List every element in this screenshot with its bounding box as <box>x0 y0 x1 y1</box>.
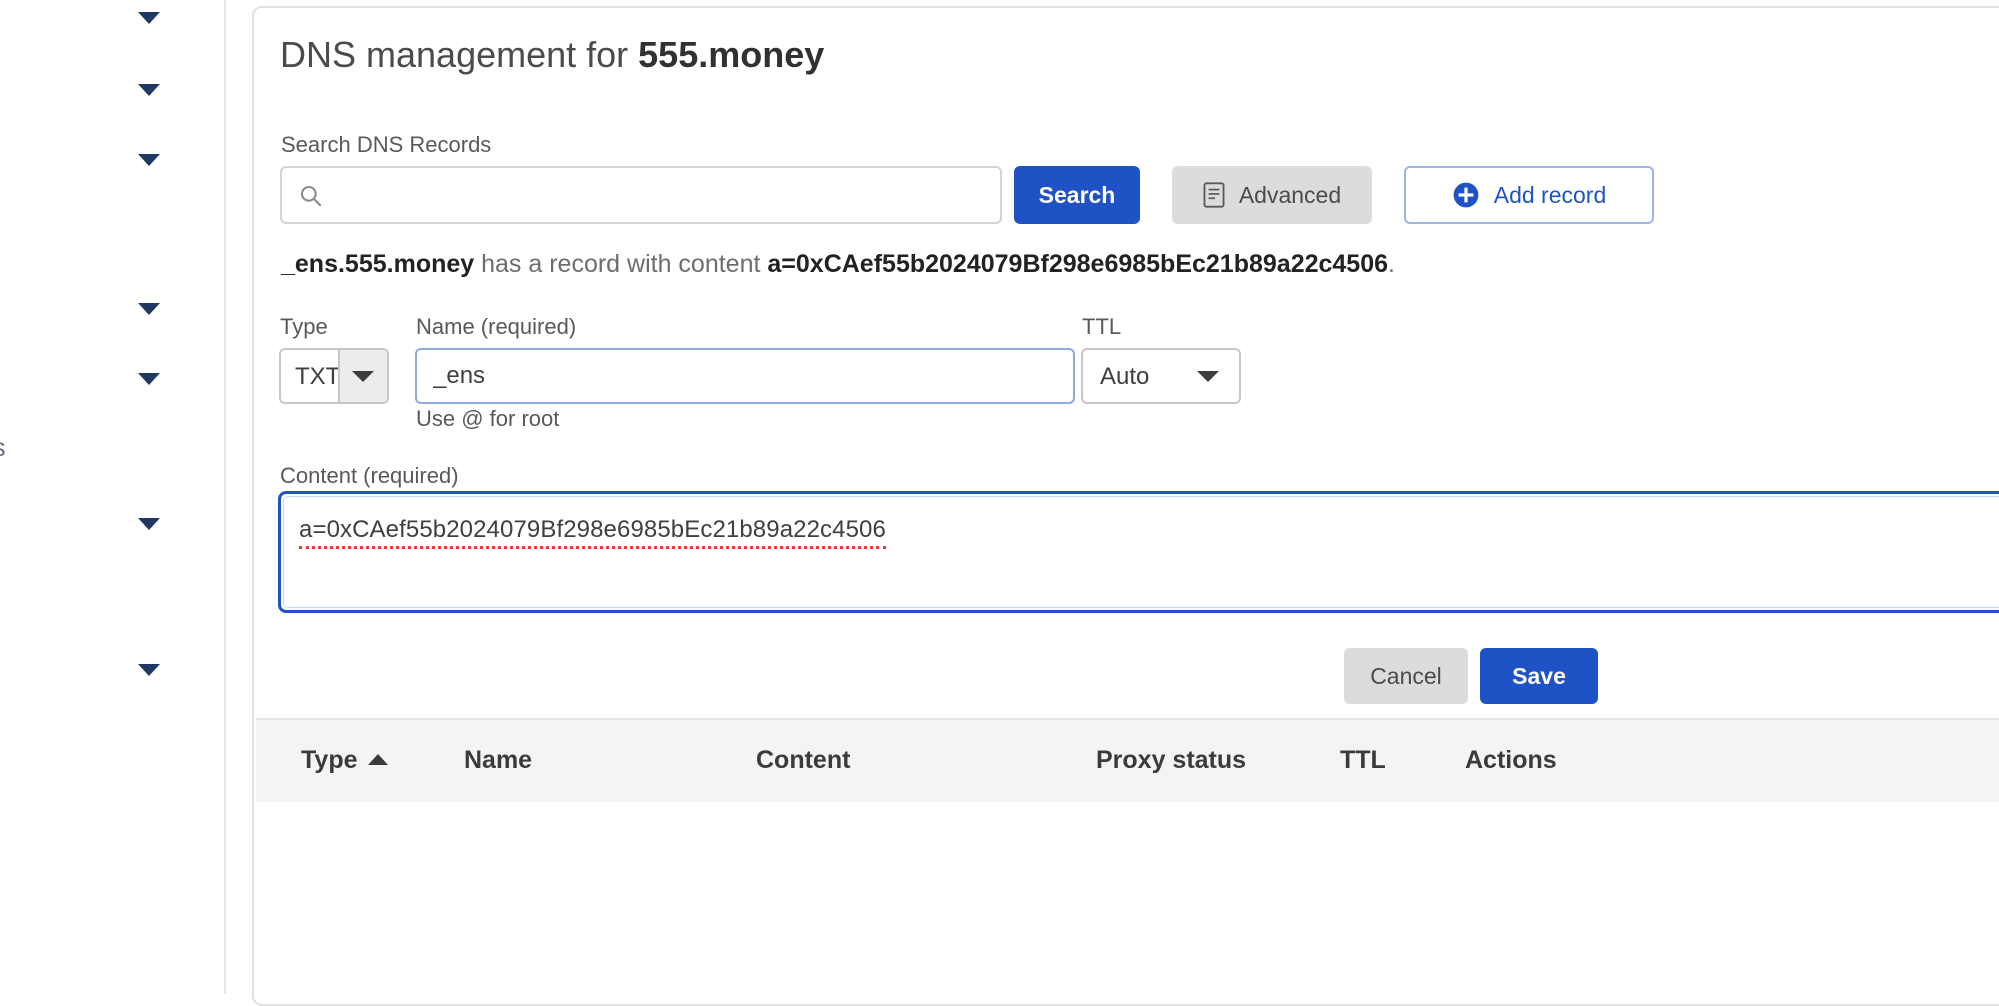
sidebar-chevron-down-icon-1[interactable] <box>138 12 160 24</box>
type-select-arrow-box[interactable] <box>338 350 387 402</box>
type-select-value: TXT <box>295 363 340 391</box>
chevron-down-icon <box>352 371 374 382</box>
search-label: Search DNS Records <box>281 132 491 158</box>
notice-record-content: a=0xCAef55b2024079Bf298e6985bEc21b89a22c… <box>767 250 1388 278</box>
page-title-prefix: DNS management for <box>280 34 638 75</box>
type-label: Type <box>280 314 328 340</box>
advanced-button[interactable]: Advanced <box>1172 166 1372 224</box>
dns-management-card: DNS management for 555.money Search DNS … <box>252 6 1999 1006</box>
search-input[interactable] <box>332 168 996 224</box>
sidebar-chevron-down-icon-7[interactable] <box>138 664 160 676</box>
record-notice: _ens.555.money has a record with content… <box>281 250 1395 279</box>
save-button[interactable]: Save <box>1480 648 1598 704</box>
content-textarea[interactable]: a=0xCAef55b2024079Bf298e6985bEc21b89a22c… <box>278 491 1999 613</box>
name-input[interactable] <box>415 348 1075 404</box>
plus-circle-icon <box>1452 181 1480 209</box>
dns-management-page: es s DNS management for 555.money Search… <box>0 0 1999 994</box>
search-button[interactable]: Search <box>1014 166 1140 224</box>
ttl-select[interactable]: Auto <box>1081 348 1241 404</box>
add-record-button[interactable]: Add record <box>1404 166 1654 224</box>
content-textarea-inner <box>283 496 1999 608</box>
column-header-proxy-status[interactable]: Proxy status <box>1096 746 1246 775</box>
column-header-type-label: Type <box>301 746 358 774</box>
content-textarea-value: a=0xCAef55b2024079Bf298e6985bEc21b89a22c… <box>299 516 886 549</box>
search-icon <box>298 183 324 209</box>
document-icon <box>1203 182 1225 208</box>
sidebar-chevron-down-icon-5[interactable] <box>138 373 160 385</box>
sort-ascending-icon <box>368 754 388 765</box>
sidebar-chevron-down-icon-6[interactable] <box>138 518 160 530</box>
column-header-content[interactable]: Content <box>756 746 850 775</box>
chevron-down-icon <box>1197 371 1219 382</box>
page-title-domain: 555.money <box>638 34 824 75</box>
advanced-button-label: Advanced <box>1239 182 1341 209</box>
column-header-name[interactable]: Name <box>464 746 532 775</box>
ttl-label: TTL <box>1082 314 1121 340</box>
sidebar-chevron-down-icon-4[interactable] <box>138 303 160 315</box>
column-header-type[interactable]: Type <box>301 746 388 775</box>
column-header-ttl[interactable]: TTL <box>1340 746 1386 775</box>
cancel-button[interactable]: Cancel <box>1344 648 1468 704</box>
ttl-select-value: Auto <box>1100 363 1149 391</box>
notice-record-name: _ens.555.money <box>281 250 474 278</box>
sidebar-text-fragment-1[interactable]: es <box>0 432 6 463</box>
records-table-header: Type Name Content Proxy status TTL Actio… <box>256 718 1999 802</box>
type-select[interactable]: TXT <box>279 348 389 404</box>
sidebar: es s <box>0 0 226 994</box>
page-title: DNS management for 555.money <box>280 34 824 76</box>
column-header-actions: Actions <box>1465 746 1557 775</box>
name-label: Name (required) <box>416 314 576 340</box>
notice-suffix: . <box>1388 250 1395 278</box>
sidebar-chevron-down-icon-3[interactable] <box>138 154 160 166</box>
notice-middle-text: has a record with content <box>474 250 767 278</box>
add-record-button-label: Add record <box>1494 182 1607 209</box>
sidebar-chevron-down-icon-2[interactable] <box>138 84 160 96</box>
search-input-wrapper[interactable] <box>280 166 1002 224</box>
name-hint: Use @ for root <box>416 406 559 432</box>
content-label: Content (required) <box>280 463 459 489</box>
